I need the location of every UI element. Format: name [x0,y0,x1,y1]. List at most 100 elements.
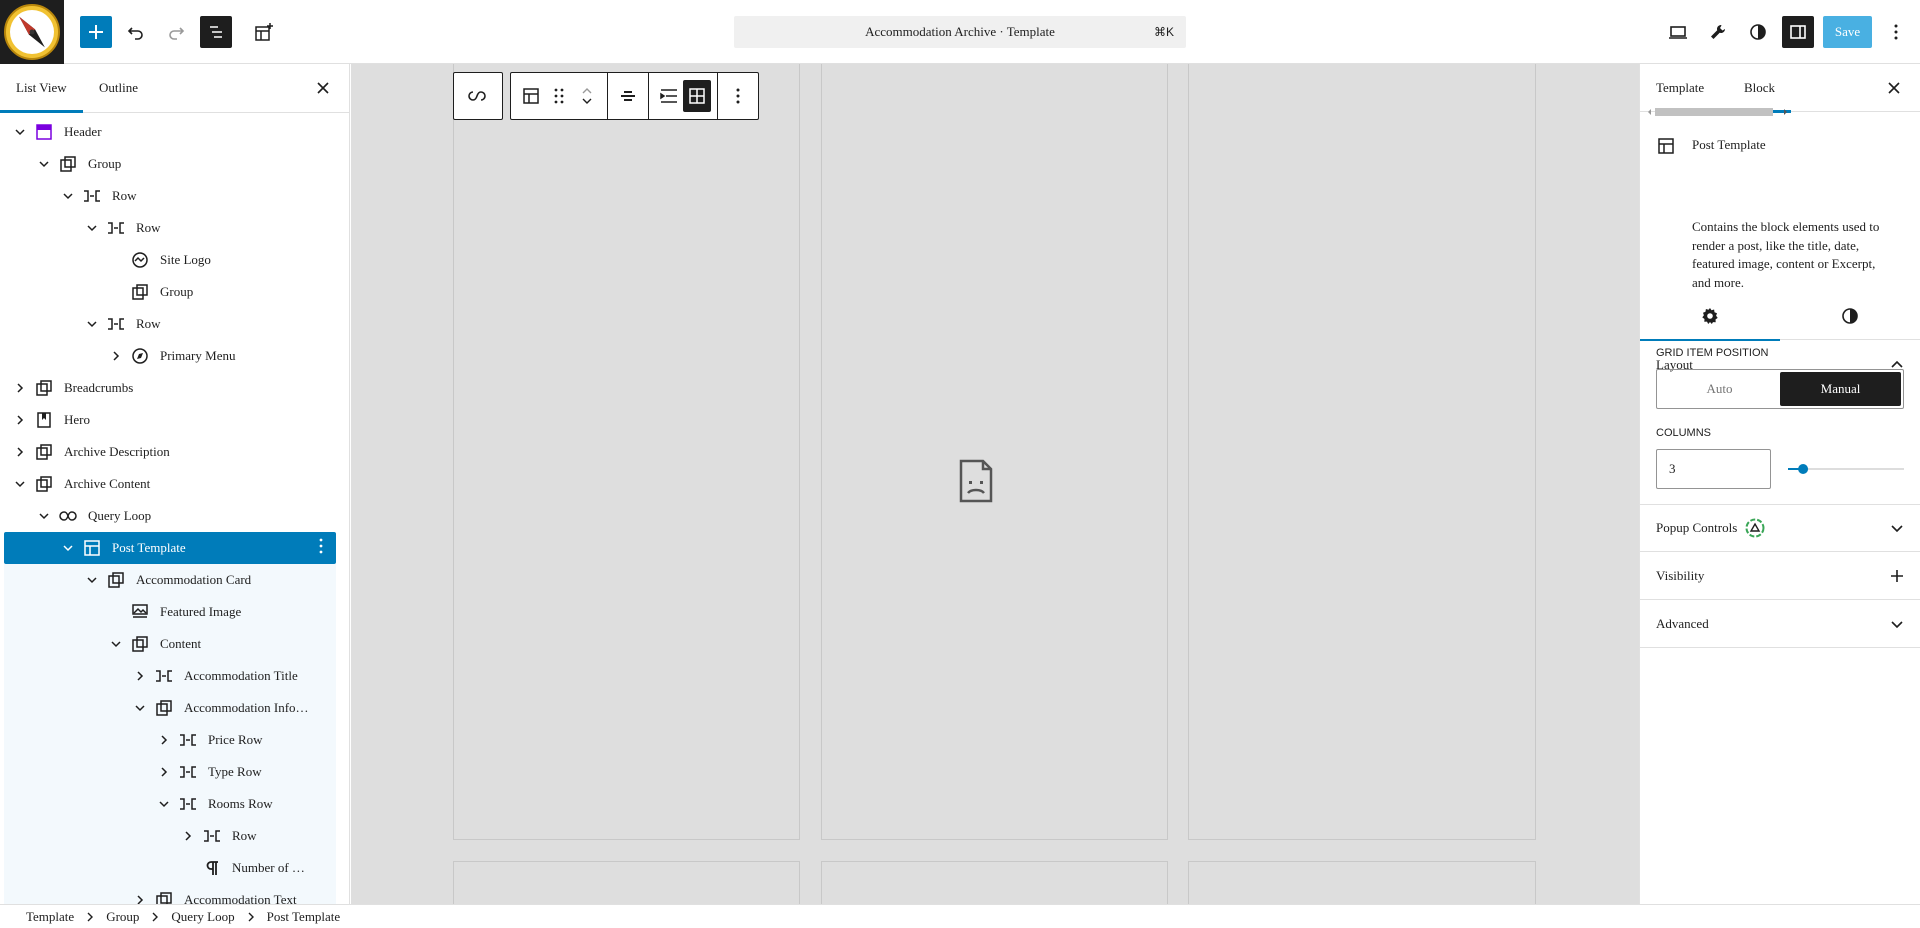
chevron-right-icon[interactable] [156,732,172,748]
columns-input[interactable]: 3 [1656,449,1771,489]
advanced-panel-toggle[interactable]: Advanced [1640,600,1920,648]
list-view-row[interactable]: Accommodation Card [4,564,336,596]
chevron-right-icon[interactable] [108,348,124,364]
list-view-row[interactable]: Content [4,628,336,660]
options-menu-button[interactable] [1880,16,1912,48]
position-manual-option[interactable]: Manual [1780,372,1901,406]
styles-button[interactable] [1742,16,1774,48]
tools-button[interactable] [1702,16,1734,48]
move-buttons[interactable] [573,80,601,112]
tab-template[interactable]: Template [1640,64,1720,112]
chevron-down-icon[interactable] [84,220,100,236]
chevron-down-icon[interactable] [84,572,100,588]
tab-block[interactable]: Block [1728,64,1792,113]
chevron-right-icon[interactable] [180,828,196,844]
list-view-row[interactable]: Type Row [4,756,336,788]
chevron-right-icon[interactable] [132,668,148,684]
list-view-row[interactable]: Post Template [4,532,336,564]
tab-list-view[interactable]: List View [0,64,83,113]
popup-controls-panel-toggle[interactable]: Popup Controls [1640,504,1920,552]
close-settings-button[interactable] [1880,74,1908,102]
chevron-down-icon[interactable] [108,636,124,652]
chevron-down-icon[interactable] [84,316,100,332]
position-auto-option[interactable]: Auto [1659,372,1780,406]
block-inserter-button[interactable] [80,16,112,48]
chevron-right-icon[interactable] [12,444,28,460]
chevron-down-icon[interactable] [60,188,76,204]
list-view-row[interactable]: Archive Description [4,436,336,468]
add-template-part-button[interactable] [248,16,280,48]
list-view-row[interactable]: Primary Menu [4,340,336,372]
featured-image-icon [130,602,150,622]
list-view-row[interactable]: Archive Content [4,468,336,500]
tab-styles[interactable] [1780,292,1920,340]
chevron-right-icon[interactable] [12,412,28,428]
grid-layout-button[interactable] [683,80,711,112]
row-options-button[interactable] [318,538,324,558]
columns-slider[interactable] [1788,464,1904,474]
list-view-row[interactable]: Header [4,116,336,148]
list-view-row[interactable]: Group [4,148,336,180]
drag-handle[interactable] [545,80,573,112]
undo-button[interactable] [120,16,152,48]
tab-outline[interactable]: Outline [83,64,154,112]
chevron-right-icon [86,912,94,922]
chevron-down-icon[interactable] [132,700,148,716]
list-view-row[interactable]: Site Logo [4,244,336,276]
post-card[interactable] [1188,861,1536,904]
close-list-view-button[interactable] [309,74,337,102]
post-card[interactable] [1188,64,1536,840]
list-view-row[interactable]: Accommodation Text [4,884,336,904]
chevron-right-icon[interactable] [132,892,148,904]
list-view-row[interactable]: Accommodation Title [4,660,336,692]
align-button[interactable] [614,80,642,112]
list-view-row[interactable]: Row [4,308,336,340]
breadcrumb-item[interactable]: Group [106,909,139,925]
list-view-tabs: List View Outline [0,64,349,113]
save-button[interactable]: Save [1823,16,1872,48]
chevron-right-icon[interactable] [12,380,28,396]
chevron-down-icon[interactable] [36,156,52,172]
breadcrumb-item[interactable]: Query Loop [171,909,234,925]
command-palette-button[interactable]: Accommodation Archive · Template ⌘K [734,16,1186,48]
list-view-row[interactable]: Row [4,820,336,852]
chevron-down-icon[interactable] [60,540,76,556]
list-view-row[interactable]: Featured Image [4,596,336,628]
visibility-panel-toggle[interactable]: Visibility [1640,552,1920,600]
tab-settings[interactable] [1640,292,1780,341]
block-type-button[interactable] [517,80,545,112]
post-card[interactable] [453,64,800,840]
list-view-row[interactable]: Accommodation Info… [4,692,336,724]
list-view-row[interactable]: Row [4,212,336,244]
select-parent-button[interactable] [463,80,491,112]
chevron-down-icon[interactable] [581,96,593,106]
block-options-button[interactable] [724,80,752,112]
chevron-up-icon[interactable] [581,86,593,96]
device-preview-button[interactable] [1662,16,1694,48]
horizontal-scrollbar[interactable] [1646,106,1796,118]
chevron-down-icon[interactable] [12,124,28,140]
chevron-down-icon[interactable] [36,508,52,524]
list-view-row[interactable]: Hero [4,404,336,436]
list-view-row[interactable]: Breadcrumbs [4,372,336,404]
editor-canvas[interactable] [351,64,1639,904]
list-view-row[interactable]: Query Loop [4,500,336,532]
breadcrumb-item[interactable]: Template [26,909,74,925]
grid-icon [689,88,705,104]
list-layout-button[interactable] [655,80,683,112]
chevron-right-icon[interactable] [156,764,172,780]
redo-button[interactable] [160,16,192,48]
chevron-down-icon[interactable] [156,796,172,812]
list-view-row[interactable]: Rooms Row [4,788,336,820]
chevron-down-icon[interactable] [12,476,28,492]
post-card[interactable] [453,861,800,904]
list-view-row[interactable]: Row [4,180,336,212]
site-icon-button[interactable] [0,0,64,64]
list-view-row[interactable]: Price Row [4,724,336,756]
settings-sidebar-button[interactable] [1782,16,1814,48]
document-overview-button[interactable] [200,16,232,48]
list-view-row[interactable]: Number of … [4,852,336,884]
post-card[interactable] [821,861,1168,904]
list-view-row[interactable]: Group [4,276,336,308]
post-card[interactable] [821,64,1168,840]
